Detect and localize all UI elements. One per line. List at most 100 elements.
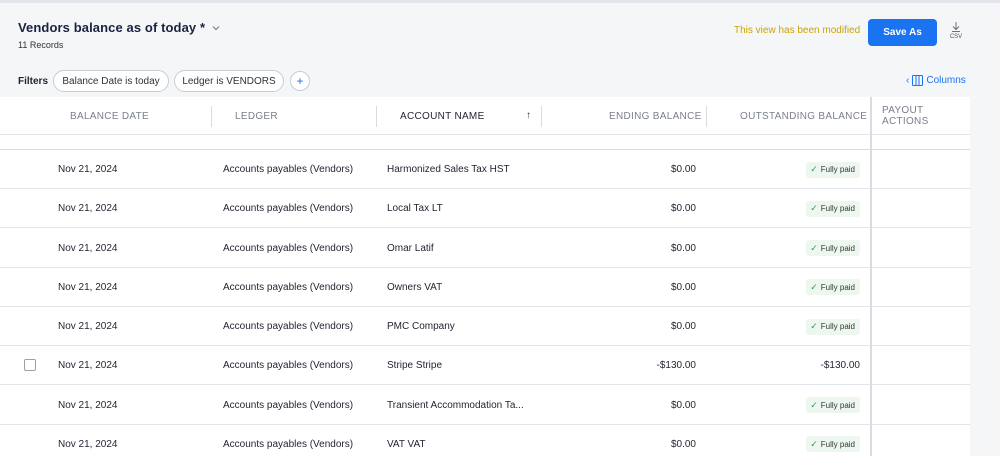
save-as-button[interactable]: Save As — [868, 19, 937, 46]
fully-paid-label: Fully paid — [820, 400, 855, 410]
cell-account-name: Omar Latif — [387, 242, 434, 254]
column-divider[interactable] — [211, 106, 212, 127]
cell-account-name: Harmonized Sales Tax HST — [387, 164, 510, 175]
cell-ending-balance: $0.00 — [670, 399, 696, 411]
cell-balance-date: Nov 21, 2024 — [58, 438, 118, 450]
filter-chip-ledger[interactable]: Ledger is VENDORS — [174, 70, 284, 92]
cell-account-name: Transient Accommodation Ta... — [387, 399, 524, 411]
cell-balance-date: Nov 21, 2024 — [58, 203, 118, 215]
column-header-account-name[interactable]: ACCOUNT NAME — [400, 97, 485, 135]
cell-balance-date: Nov 21, 2024 — [58, 360, 118, 372]
fully-paid-badge: ✓ Fully paid — [806, 200, 860, 217]
cell-balance-date: Nov 21, 2024 — [58, 281, 118, 293]
cell-ledger: Accounts payables (Vendors) — [223, 399, 354, 411]
column-divider[interactable] — [376, 106, 377, 127]
check-icon: ✓ — [810, 242, 818, 253]
cell-balance-date: Nov 21, 2024 — [58, 164, 118, 175]
cell-balance-date: Nov 21, 2024 — [58, 242, 118, 254]
view-header: Vendors balance as of today * 11 Records… — [0, 3, 1000, 97]
check-icon: ✓ — [810, 203, 818, 214]
fully-paid-badge: ✓ Fully paid — [806, 240, 860, 256]
column-header-balance-date[interactable]: BALANCE DATE — [70, 97, 149, 135]
fully-paid-label: Fully paid — [820, 243, 855, 253]
check-icon: ✓ — [810, 164, 818, 174]
fully-paid-badge: ✓ Fully paid — [806, 436, 860, 453]
fully-paid-label: Fully paid — [820, 322, 855, 331]
cell-outstanding-balance: -$130.00 — [820, 360, 860, 372]
table-row-partial — [0, 135, 970, 150]
filter-chip-balance-date[interactable]: Balance Date is today — [53, 70, 169, 92]
cell-outstanding-balance: ✓ Fully paid — [806, 268, 860, 307]
chevron-left-icon: ‹ — [906, 75, 910, 86]
cell-outstanding-balance: ✓ Fully paid — [806, 307, 860, 346]
column-header-payout-actions[interactable]: PAYOUT ACTIONS — [882, 97, 970, 135]
view-title-row[interactable]: Vendors balance as of today * — [18, 20, 221, 35]
csv-download-button[interactable]: CSV — [946, 21, 966, 45]
table-row[interactable]: Nov 21, 2024 Accounts payables (Vendors) O… — [0, 229, 970, 268]
cell-account-name: Local Tax LT — [387, 203, 443, 215]
cell-ending-balance: $0.00 — [670, 281, 696, 293]
cell-ledger: Accounts payables (Vendors) — [223, 164, 354, 175]
check-icon: ✓ — [810, 321, 818, 331]
cell-ending-balance: $0.00 — [670, 203, 696, 215]
modified-notice: This view has been modified — [734, 25, 861, 36]
fully-paid-label: Fully paid — [820, 282, 855, 292]
cell-ledger: Accounts payables (Vendors) — [223, 321, 354, 332]
cell-account-name: Stripe Stripe — [387, 360, 443, 372]
check-icon: ✓ — [810, 399, 818, 410]
fully-paid-badge: ✓ Fully paid — [806, 161, 860, 178]
check-icon: ✓ — [810, 281, 818, 292]
right-gutter — [970, 97, 1000, 456]
fully-paid-label: Fully paid — [820, 439, 855, 449]
cell-ending-balance: $0.00 — [670, 242, 696, 254]
fully-paid-label: Fully paid — [820, 204, 855, 214]
cell-outstanding-balance: ✓ Fully paid — [806, 425, 860, 456]
cell-ending-balance: $0.00 — [670, 164, 696, 175]
cell-ending-balance: $0.00 — [670, 321, 696, 332]
columns-button[interactable]: ‹ Columns — [906, 75, 966, 86]
cell-balance-date: Nov 21, 2024 — [58, 399, 118, 411]
table-header: BALANCE DATE LEDGER ACCOUNT NAME ↑ ENDIN… — [0, 97, 970, 135]
column-divider[interactable] — [706, 106, 707, 127]
filters-label: Filters — [18, 76, 49, 87]
check-icon: ✓ — [810, 438, 818, 449]
cell-outstanding-balance: ✓ Fully paid — [806, 229, 860, 268]
records-count: 11 Records — [18, 40, 64, 50]
table-row[interactable]: Nov 21, 2024 Accounts payables (Vendors) H… — [0, 150, 970, 189]
column-header-ending-balance[interactable]: ENDING BALANCE — [609, 97, 702, 135]
add-filter-button[interactable]: + — [290, 71, 310, 91]
arrow-up-icon[interactable]: ↑ — [526, 110, 531, 121]
cell-ledger: Accounts payables (Vendors) — [223, 281, 354, 293]
fully-paid-label: Fully paid — [820, 165, 855, 174]
fully-paid-badge: ✓ Fully paid — [806, 318, 860, 335]
csv-label: CSV — [949, 34, 963, 40]
fully-paid-badge: ✓ Fully paid — [806, 279, 860, 296]
vendors-balance-table: BALANCE DATE LEDGER ACCOUNT NAME ↑ ENDIN… — [0, 97, 970, 456]
chevron-down-icon[interactable] — [211, 23, 221, 33]
cell-account-name: PMC Company — [387, 321, 455, 332]
column-divider[interactable] — [541, 106, 542, 127]
columns-label: Columns — [926, 75, 966, 86]
table-row[interactable]: Nov 21, 2024 Accounts payables (Vendors) T… — [0, 386, 970, 425]
table-row[interactable]: Nov 21, 2024 Accounts payables (Vendors) S… — [0, 346, 970, 386]
table-row[interactable]: Nov 21, 2024 Accounts payables (Vendors) V… — [0, 425, 970, 456]
download-icon — [952, 22, 960, 32]
fully-paid-badge: ✓ Fully paid — [806, 397, 860, 413]
table-row[interactable]: Nov 21, 2024 Accounts payables (Vendors) P… — [0, 307, 970, 346]
columns-icon — [912, 75, 924, 86]
cell-balance-date: Nov 21, 2024 — [58, 321, 118, 332]
cell-outstanding-balance: ✓ Fully paid — [806, 150, 860, 189]
row-checkbox[interactable] — [24, 359, 36, 372]
cell-outstanding-balance: ✓ Fully paid — [806, 386, 860, 425]
column-header-outstanding-balance[interactable]: OUTSTANDING BALANCE — [740, 97, 867, 135]
cell-account-name: VAT VAT — [387, 438, 426, 450]
cell-ledger: Accounts payables (Vendors) — [223, 203, 354, 215]
table-row[interactable]: Nov 21, 2024 Accounts payables (Vendors) O… — [0, 268, 970, 307]
cell-ending-balance: $0.00 — [670, 438, 696, 450]
cell-account-name: Owners VAT — [387, 281, 443, 293]
cell-ending-balance: -$130.00 — [656, 360, 696, 372]
cell-ledger: Accounts payables (Vendors) — [223, 242, 354, 254]
view-title[interactable]: Vendors balance as of today * — [18, 20, 205, 35]
table-row[interactable]: Nov 21, 2024 Accounts payables (Vendors) L… — [0, 189, 970, 229]
column-header-ledger[interactable]: LEDGER — [235, 97, 278, 135]
